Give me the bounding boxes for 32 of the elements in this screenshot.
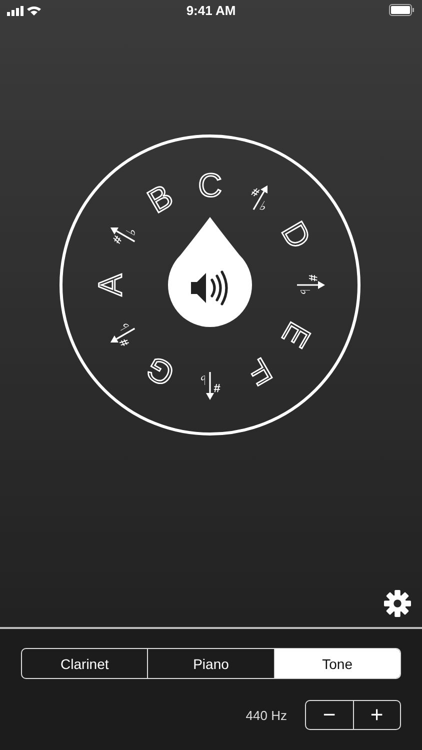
instrument-tab[interactable]: Tone (274, 649, 400, 678)
note-letter[interactable]: E (275, 316, 318, 354)
increase-button[interactable]: + (352, 701, 400, 729)
signal-icon (7, 4, 43, 16)
battery-icon (389, 4, 415, 16)
flat-sign[interactable]: ♭ (200, 372, 206, 386)
sharp-sign[interactable]: # (214, 381, 220, 395)
note-letter[interactable]: G (140, 349, 180, 394)
note-letter[interactable]: C (198, 166, 222, 204)
instrument-tab[interactable]: Clarinet (22, 649, 148, 678)
arrow-icon (110, 228, 136, 242)
sharp-sign[interactable]: # (249, 184, 262, 200)
arrow-icon (252, 185, 268, 210)
sharp-sign[interactable]: # (116, 336, 132, 349)
play-button[interactable] (168, 217, 252, 327)
arrow-icon (297, 281, 325, 289)
settings-icon[interactable] (384, 590, 411, 617)
frequency-reading: 440 Hz (246, 708, 287, 722)
speaker-icon (191, 270, 228, 306)
arrow-icon (206, 372, 214, 400)
flat-sign[interactable]: ♭ (124, 226, 140, 238)
decrease-button[interactable]: − (306, 701, 352, 729)
note-letter[interactable]: F (242, 350, 278, 393)
note-letter[interactable]: B (141, 176, 179, 220)
flat-sign[interactable]: ♭ (256, 199, 270, 216)
sharp-sign[interactable]: # (306, 274, 320, 282)
note-letter[interactable]: D (274, 215, 319, 255)
flat-sign[interactable]: ♭ (117, 320, 134, 332)
sharp-sign[interactable]: # (110, 233, 126, 246)
note-letter[interactable]: A (92, 274, 128, 296)
flat-sign[interactable]: ♭ (296, 288, 312, 296)
status-time: 9:41 AM (186, 2, 236, 18)
